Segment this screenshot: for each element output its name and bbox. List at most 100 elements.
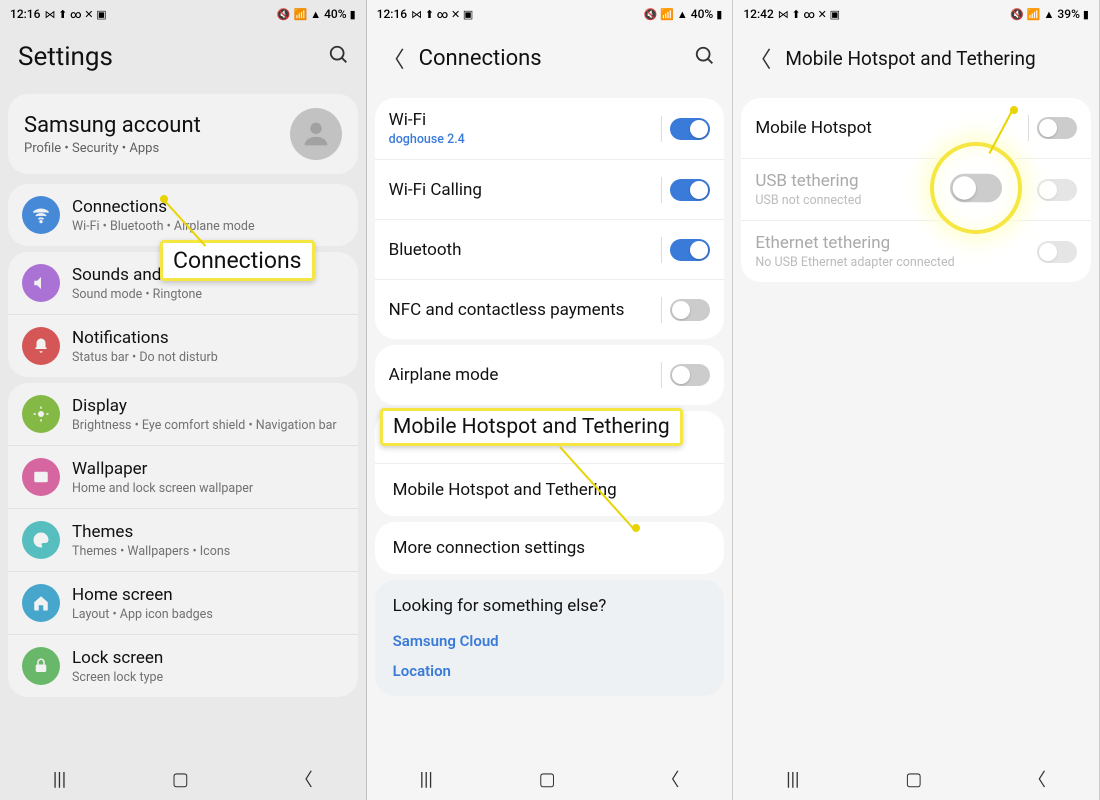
- callout-toggle-highlight: [930, 142, 1022, 234]
- row-ethernet-tethering: Ethernet tetheringNo USB Ethernet adapte…: [741, 220, 1091, 282]
- row-wallpaper[interactable]: WallpaperHome and lock screen wallpaper: [8, 445, 358, 508]
- bluetooth-toggle[interactable]: [670, 239, 710, 261]
- home-icon[interactable]: ▢: [539, 769, 556, 790]
- looking-for: Looking for something else? Samsung Clou…: [375, 580, 725, 696]
- looking-title: Looking for something else?: [393, 596, 707, 616]
- wifi-icon: [22, 196, 60, 234]
- ethernet-tethering-toggle: [1037, 241, 1077, 263]
- samsung-account-row[interactable]: Samsung account Profile • Security • App…: [8, 94, 358, 174]
- nav-bar: ||| ▢ 〈: [367, 758, 733, 800]
- panel-hotspot: 12:42 ⋈ ⬆ ∞ ✕ ▣ 🔇📶▲39% ▮ 〈 Mobile Hotspot …: [733, 0, 1100, 800]
- recents-icon[interactable]: |||: [420, 769, 433, 790]
- palette-icon: [22, 521, 60, 559]
- mute-icon: 🔇: [643, 8, 657, 21]
- row-airplane[interactable]: Airplane mode: [375, 345, 725, 405]
- home-icon: [22, 584, 60, 622]
- status-indicators-icon: ⋈ ⬆ ∞ ✕ ▣: [44, 8, 106, 21]
- back-icon[interactable]: 〈: [1028, 766, 1046, 792]
- back-button[interactable]: 〈: [749, 42, 771, 74]
- sound-icon: [22, 264, 60, 302]
- wifi-toggle[interactable]: [670, 118, 710, 140]
- row-mobile-hotspot[interactable]: Mobile Hotspot: [741, 98, 1091, 158]
- battery-text: 39%: [1057, 7, 1079, 21]
- page-title: Mobile Hotspot and Tethering: [785, 47, 1083, 70]
- mute-icon: 🔇: [1010, 8, 1024, 21]
- link-location[interactable]: Location: [393, 656, 707, 686]
- row-more-connection[interactable]: More connection settings: [375, 522, 725, 574]
- page-title: Connections: [419, 46, 681, 71]
- row-notifications[interactable]: NotificationsStatus bar • Do not disturb: [8, 314, 358, 377]
- signal-icon: ▲: [677, 8, 688, 21]
- account-sub: Profile • Security • Apps: [24, 141, 278, 156]
- divider: [661, 297, 662, 323]
- status-time: 12:16: [10, 7, 40, 21]
- row-hotspot-tethering[interactable]: Mobile Hotspot and Tethering: [375, 463, 725, 516]
- nav-bar: ||| ▢ 〈: [0, 758, 366, 800]
- usb-tethering-toggle: [1037, 179, 1077, 201]
- nfc-toggle[interactable]: [670, 299, 710, 321]
- back-icon[interactable]: 〈: [295, 766, 313, 792]
- panel-connections: 12:16⋈ ⬆ ∞ ✕ ▣ 🔇📶▲40%▮ 〈 Connections Wi-…: [367, 0, 734, 800]
- wifi-icon: 📶: [1027, 8, 1041, 21]
- header: Settings: [0, 28, 366, 90]
- row-themes[interactable]: ThemesThemes • Wallpapers • Icons: [8, 508, 358, 571]
- row-usb-tethering: USB tetheringUSB not connected: [741, 158, 1091, 220]
- row-bluetooth[interactable]: Bluetooth: [375, 219, 725, 279]
- divider: [1028, 115, 1029, 141]
- tethering-group: Mobile Hotspot USB tetheringUSB not conn…: [741, 98, 1091, 282]
- sun-icon: [22, 395, 60, 433]
- row-sounds[interactable]: Sounds and vibrationSound mode • Rington…: [8, 252, 358, 314]
- wificalling-toggle[interactable]: [670, 179, 710, 201]
- row-display[interactable]: DisplayBrightness • Eye comfort shield •…: [8, 383, 358, 445]
- lock-icon: [22, 647, 60, 685]
- search-icon[interactable]: [694, 45, 716, 72]
- battery-icon: ▮: [716, 8, 722, 21]
- airplane-toggle[interactable]: [670, 364, 710, 386]
- status-bar: 12:16 ⋈ ⬆ ∞ ✕ ▣ 🔇 📶 ▲ 40% ▮: [0, 0, 366, 28]
- row-wifi[interactable]: Wi-Fidoghouse 2.4: [375, 98, 725, 159]
- recents-icon[interactable]: |||: [53, 769, 66, 790]
- divider: [661, 116, 662, 142]
- panel-settings: 12:16 ⋈ ⬆ ∞ ✕ ▣ 🔇 📶 ▲ 40% ▮ Settings Sam…: [0, 0, 367, 800]
- signal-icon: ▲: [310, 8, 321, 21]
- header: 〈 Mobile Hotspot and Tethering: [733, 28, 1099, 92]
- nav-bar: ||| ▢ 〈: [733, 758, 1099, 800]
- wifi-icon: 📶: [660, 8, 674, 21]
- row-homescreen[interactable]: Home screenLayout • App icon badges: [8, 571, 358, 634]
- back-button[interactable]: 〈: [383, 42, 405, 74]
- battery-text: 40%: [324, 7, 346, 21]
- row-nfc[interactable]: NFC and contactless payments: [375, 279, 725, 339]
- status-indicators-icon: ⋈ ⬆ ∞ ✕ ▣: [778, 8, 840, 21]
- connections-group: ConnectionsWi-Fi • Bluetooth • Airplane …: [8, 184, 358, 246]
- divider: [661, 177, 662, 203]
- row-wifi-calling[interactable]: Wi-Fi Calling: [375, 159, 725, 219]
- data-group: Data usage Mobile Hotspot and Tethering: [375, 411, 725, 516]
- divider: [661, 362, 662, 388]
- recents-icon[interactable]: |||: [786, 769, 799, 790]
- battery-icon: ▮: [1083, 8, 1089, 21]
- back-icon[interactable]: 〈: [661, 766, 679, 792]
- signal-icon: ▲: [1044, 8, 1055, 21]
- account-title: Samsung account: [24, 113, 278, 138]
- airplane-group: Airplane mode: [375, 345, 725, 405]
- status-bar: 12:42 ⋈ ⬆ ∞ ✕ ▣ 🔇📶▲39% ▮: [733, 0, 1099, 28]
- status-time: 12:42: [743, 7, 773, 21]
- display-group: DisplayBrightness • Eye comfort shield •…: [8, 383, 358, 697]
- divider: [661, 237, 662, 263]
- link-samsung-cloud[interactable]: Samsung Cloud: [393, 626, 707, 656]
- home-icon[interactable]: ▢: [905, 769, 922, 790]
- row-data-usage[interactable]: Data usage: [375, 411, 725, 463]
- more-group: More connection settings: [375, 522, 725, 574]
- row-connections[interactable]: ConnectionsWi-Fi • Bluetooth • Airplane …: [8, 184, 358, 246]
- mute-icon: 🔇: [277, 8, 291, 21]
- page-title: Settings: [16, 42, 314, 72]
- bell-icon: [22, 327, 60, 365]
- home-icon[interactable]: ▢: [172, 769, 189, 790]
- row-lockscreen[interactable]: Lock screenScreen lock type: [8, 634, 358, 697]
- battery-text: 40%: [691, 7, 713, 21]
- avatar-icon[interactable]: [290, 108, 342, 160]
- search-icon[interactable]: [328, 44, 350, 71]
- battery-icon: ▮: [350, 8, 356, 21]
- mobile-hotspot-toggle[interactable]: [1037, 117, 1077, 139]
- image-icon: [22, 458, 60, 496]
